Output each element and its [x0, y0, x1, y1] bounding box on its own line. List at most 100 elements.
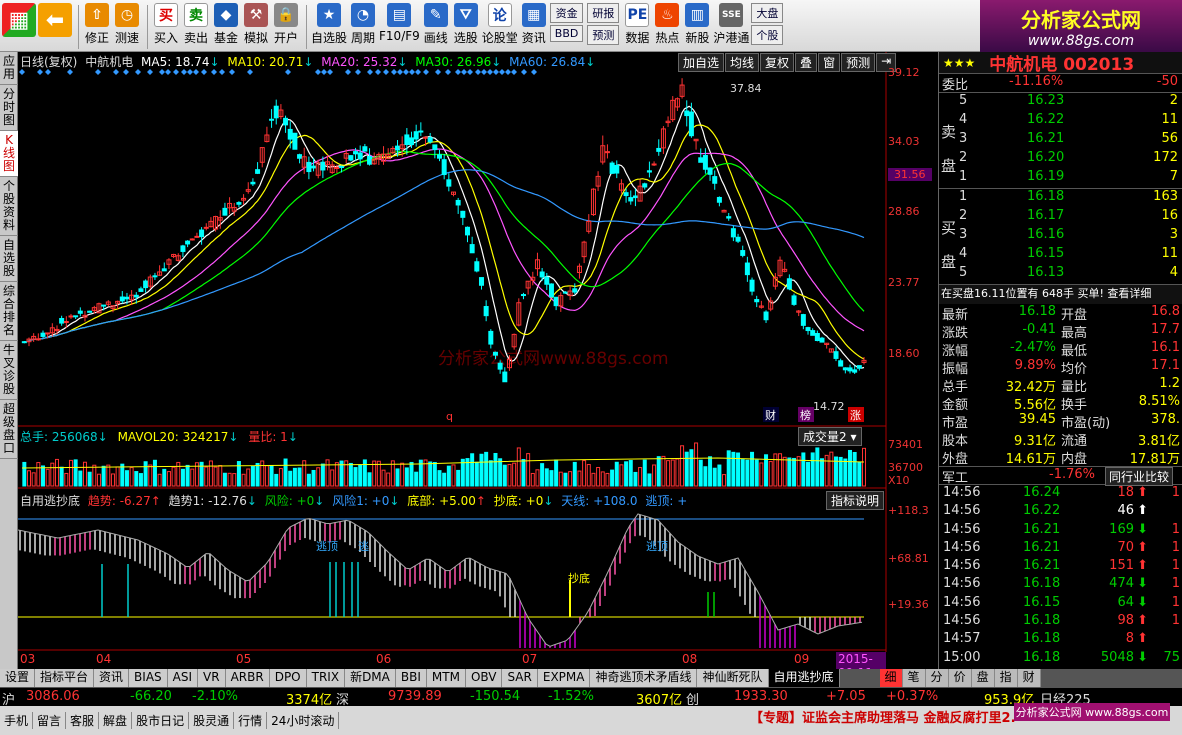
tb-draw-button[interactable]: ✎ 画线: [422, 3, 450, 51]
indicator-tab[interactable]: BBI: [395, 669, 427, 687]
status-item[interactable]: 24小时滚动: [267, 712, 340, 729]
tb-period-button[interactable]: ◔ 周期: [349, 3, 377, 51]
sector-name[interactable]: 军工: [942, 467, 968, 486]
left-tab-kline[interactable]: K线图: [0, 131, 18, 177]
indicator-tab[interactable]: 自用逃抄底: [768, 669, 840, 687]
indicator-help-button[interactable]: 指标说明: [826, 491, 885, 510]
tick-extra: 75: [1163, 649, 1180, 665]
tb-data-button[interactable]: PE 数据: [623, 3, 651, 51]
book-row[interactable]: 1 16.18 163: [939, 189, 1182, 208]
status-item[interactable]: 股灵通: [189, 712, 235, 729]
book-row[interactable]: 3 16.21 56: [939, 131, 1182, 150]
market-button[interactable]: 大盘: [751, 3, 784, 23]
tb-open-account-button[interactable]: 🔒 开户: [272, 3, 300, 51]
left-tab-app[interactable]: 应用: [0, 52, 18, 85]
book-row[interactable]: 5 16.13 4: [939, 265, 1182, 284]
fund-flow-button[interactable]: 资金: [549, 3, 584, 23]
quote-tab[interactable]: 价: [948, 669, 972, 687]
book-row[interactable]: 1 16.19 7: [939, 169, 1182, 188]
period-label[interactable]: 日线(复权): [20, 55, 77, 69]
quote-tab[interactable]: 细: [879, 669, 903, 687]
tb-buy-button[interactable]: 买买入: [152, 3, 180, 51]
indicator-name[interactable]: 自用逃抄底: [20, 494, 80, 508]
left-tab-watchlist[interactable]: 自选股: [0, 236, 18, 282]
marker-zhang[interactable]: 涨: [850, 409, 861, 422]
indicator-tab[interactable]: ASI: [167, 669, 199, 687]
indicator-tab[interactable]: OBV: [465, 669, 503, 687]
left-tab-diagnosis[interactable]: 牛叉诊股: [0, 341, 18, 400]
overlay-button[interactable]: 叠: [795, 53, 818, 72]
bbd-button[interactable]: BBD: [549, 25, 584, 42]
tb-f10-button[interactable]: ▤ F10/F9: [379, 3, 420, 51]
quote-tab[interactable]: 笔: [902, 669, 926, 687]
forecast-button[interactable]: 预测: [587, 25, 620, 45]
research-button[interactable]: 研报: [587, 3, 620, 23]
indicator-tab[interactable]: DPO: [269, 669, 307, 687]
left-tab-superboard[interactable]: 超级盘口: [0, 400, 18, 459]
forecast-toggle-button[interactable]: 预测: [841, 53, 876, 72]
tb-correct-button[interactable]: ⇧ 修正: [83, 3, 111, 51]
tb-simulate-button[interactable]: ⚒ 模拟: [242, 3, 270, 51]
tb-sell-button[interactable]: 卖卖出: [182, 3, 210, 51]
news-ticker[interactable]: 【专题】证监会主席助理落马 金融反腐打里2.: [750, 707, 1016, 726]
indicator-tab[interactable]: SAR: [502, 669, 538, 687]
indicator-tab[interactable]: 设置: [0, 669, 36, 687]
left-tab-ranking[interactable]: 综合排名: [0, 282, 18, 341]
tb-news-button[interactable]: ▦ 资讯: [520, 3, 548, 51]
tb-newstock-button[interactable]: ▥ 新股: [683, 3, 711, 51]
indicator-tab[interactable]: 新DMA: [345, 669, 396, 687]
industry-compare-button[interactable]: 同行业比较: [1105, 467, 1174, 486]
quote-tab[interactable]: 分: [925, 669, 949, 687]
ma-button[interactable]: 均线: [725, 53, 760, 72]
book-row[interactable]: 4 16.22 11: [939, 112, 1182, 131]
tb-watchlist-button[interactable]: ★ 自选股: [311, 3, 347, 51]
quote-tab[interactable]: 指: [994, 669, 1018, 687]
candle-body: [749, 279, 755, 292]
book-row[interactable]: 3 16.16 3: [939, 227, 1182, 246]
add-watchlist-button[interactable]: 加自选: [678, 53, 725, 72]
quote-tab[interactable]: 盘: [971, 669, 995, 687]
indicator-tab[interactable]: BIAS: [129, 669, 168, 687]
tb-back[interactable]: ⬅: [38, 3, 72, 51]
status-item[interactable]: 解盘: [99, 712, 133, 729]
window-button[interactable]: 窗: [818, 53, 841, 72]
indicator-tab[interactable]: VR: [198, 669, 226, 687]
chart-canvas[interactable]: 分析家公式网www.88gs.com 37.84 14.72 q 财 榜 涨 逃…: [18, 52, 938, 669]
kline-chart-area[interactable]: 分析家公式网www.88gs.com 37.84 14.72 q 财 榜 涨 逃…: [18, 52, 938, 697]
status-item[interactable]: 手机: [0, 712, 34, 729]
volume-indicator-dropdown[interactable]: 成交量2 ▾: [798, 427, 862, 446]
quote-tab[interactable]: 财: [1017, 669, 1041, 687]
indicator-tab[interactable]: TRIX: [306, 669, 346, 687]
indicator-tab[interactable]: 神仙断死队: [697, 669, 769, 687]
indicator-tab[interactable]: 资讯: [94, 669, 130, 687]
book-row[interactable]: 5 16.23 2: [939, 93, 1182, 112]
book-row[interactable]: 2 16.20 172: [939, 150, 1182, 169]
tb-shhk-button[interactable]: SSE 沪港通: [713, 3, 749, 51]
tb-hot-button[interactable]: ♨ 热点: [653, 3, 681, 51]
status-item[interactable]: 行情: [234, 712, 268, 729]
book-row[interactable]: 4 16.15 11: [939, 246, 1182, 265]
adjust-button[interactable]: 复权: [760, 53, 795, 72]
tb-screener-button[interactable]: ⛛ 选股: [452, 3, 480, 51]
indicator-tab[interactable]: 神奇逃顶术矛盾线: [590, 669, 698, 687]
tb-windows[interactable]: ▦: [2, 3, 36, 51]
indicator-tab[interactable]: MTM: [426, 669, 466, 687]
tb-fund-button[interactable]: ◆ 基金: [212, 3, 240, 51]
tick-list[interactable]: 14:56 16.24 18 ⬆ 1 14:56 16.22 46 ⬆ 14:56 16.21 169…: [939, 485, 1182, 668]
left-tab-intraday[interactable]: 分时图: [0, 85, 18, 131]
stock-button[interactable]: 个股: [751, 25, 784, 45]
tb-speedtest-button[interactable]: ◷ 测速: [113, 3, 141, 51]
status-item[interactable]: 留言: [33, 712, 67, 729]
status-item[interactable]: 客服: [66, 712, 100, 729]
rating-stars-icon[interactable]: ★★★: [943, 56, 975, 70]
indicator-tab[interactable]: ARBR: [225, 669, 270, 687]
status-item[interactable]: 股市日记: [132, 712, 190, 729]
marker-bang[interactable]: 榜: [800, 408, 811, 422]
indicator-tab[interactable]: 指标平台: [35, 669, 95, 687]
order-notice[interactable]: 在买盘16.11位置有 648手 买单! 查看详细: [939, 285, 1182, 304]
tb-forum-button[interactable]: 论论股堂: [482, 3, 518, 51]
indicator-tab[interactable]: EXPMA: [537, 669, 591, 687]
left-tab-profile[interactable]: 个股资料: [0, 177, 18, 236]
book-row[interactable]: 2 16.17 16: [939, 208, 1182, 227]
marker-cai[interactable]: 财: [765, 408, 776, 422]
